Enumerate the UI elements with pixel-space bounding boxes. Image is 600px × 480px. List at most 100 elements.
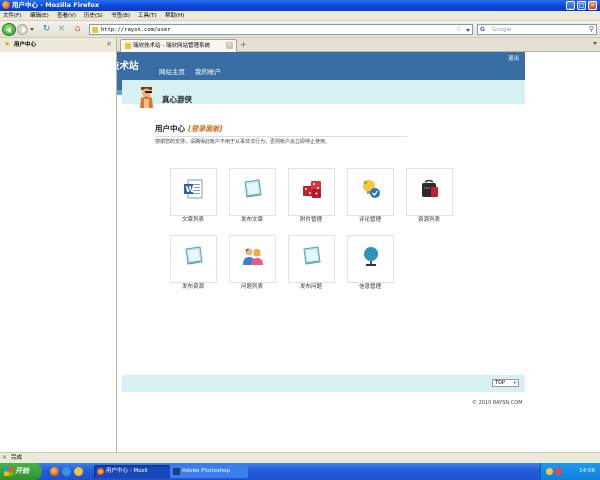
maximize-button[interactable]: □: [577, 1, 586, 10]
menu-bookmarks[interactable]: 书签(B): [111, 12, 130, 20]
tile-label-question-list[interactable]: 问题列表: [224, 284, 280, 291]
page-content: 瑞欣技术站 网站主页 我的帐户 退出 真心游侠 用户中心[登录面板] 感谢您的支…: [117, 52, 600, 452]
sidebar-title: 用户中心: [14, 42, 37, 48]
tile-label-resource-list[interactable]: 资源列表: [401, 217, 457, 224]
page-footer-bar: TOP +: [122, 375, 525, 392]
reload-icon[interactable]: ↻: [41, 24, 52, 35]
search-input[interactable]: Google: [492, 26, 511, 34]
tile-comment-manage[interactable]: [347, 168, 394, 216]
sidebar-close-icon[interactable]: ×: [106, 40, 112, 49]
task-photoshop[interactable]: Adobe Photoshop: [170, 465, 248, 478]
back-button[interactable]: [2, 23, 16, 36]
tile-label-article-list[interactable]: 文章列表: [165, 217, 221, 224]
address-bar[interactable]: http://raysn.com/user ☆: [89, 24, 473, 35]
sidebar-panel: [0, 52, 117, 452]
tile-attachment-manage[interactable]: [288, 168, 335, 216]
menu-bar: 文件(F) 编辑(E) 查看(V) 历史(S) 书签(B) 工具(T) 帮助(H…: [0, 11, 600, 21]
bookmark-star-icon: ★: [4, 40, 11, 48]
clock[interactable]: 14:06: [579, 467, 595, 475]
taskbar: 开始 用户中心 - Mozil Adobe Photoshop 14:06: [0, 463, 600, 480]
top-plus-icon: +: [512, 380, 517, 386]
bookmark-star-icon[interactable]: ☆: [456, 25, 462, 34]
history-dropdown-icon[interactable]: [30, 28, 34, 31]
briefcase-icon: [422, 179, 438, 197]
search-engine-icon[interactable]: G: [480, 26, 485, 34]
tile-label-publish-question[interactable]: 发布问题: [283, 284, 339, 291]
home-icon[interactable]: ⌂: [72, 24, 83, 35]
tab-strip: ★ 用户中心 × 瑞欣技术站 - 瑞欣网站管理系统 × +: [0, 38, 600, 52]
close-button[interactable]: ×: [588, 1, 597, 10]
dice-icon: [303, 181, 321, 198]
notepad-icon: [185, 246, 203, 265]
menu-help[interactable]: 帮助(H): [165, 12, 184, 20]
address-dropdown-icon[interactable]: [466, 29, 470, 32]
window-title-bar: 用户中心 - Mozilla Firefox _ □ ×: [0, 0, 600, 11]
globe-icon: [364, 247, 378, 266]
tile-publish-resource[interactable]: [170, 235, 217, 283]
users-icon: [243, 248, 263, 265]
tray-security-icon[interactable]: [555, 468, 562, 475]
notepad-icon: [303, 246, 321, 265]
tile-label-publish-resource[interactable]: 发布资源: [165, 284, 221, 291]
tile-info-manage[interactable]: [347, 235, 394, 283]
tile-article-list[interactable]: W: [170, 168, 217, 216]
user-avatar-icon: [140, 87, 153, 108]
tile-question-list[interactable]: [229, 235, 276, 283]
tab-close-icon[interactable]: ×: [226, 42, 233, 49]
svg-text:W: W: [186, 185, 195, 194]
user-center-heading: 用户中心 [登录面板]: [155, 124, 222, 135]
new-tab-button[interactable]: +: [240, 40, 247, 50]
tile-resource-list[interactable]: [406, 168, 453, 216]
tab-favicon-icon: [125, 43, 131, 49]
photoshop-icon: [173, 468, 180, 475]
menu-history[interactable]: 历史(S): [84, 12, 103, 20]
menu-edit[interactable]: 编辑(E): [30, 12, 49, 20]
menu-view[interactable]: 查看(V): [57, 12, 76, 20]
tile-label-info-manage[interactable]: 信息管理: [342, 284, 398, 291]
quicklaunch-firefox-icon[interactable]: [50, 467, 59, 476]
window-title: 用户中心 - Mozilla Firefox: [12, 1, 100, 9]
top-label: TOP: [495, 380, 506, 386]
tile-label-publish-article[interactable]: 发布文章: [224, 217, 280, 224]
quicklaunch-ie-icon[interactable]: [62, 467, 71, 476]
task-firefox[interactable]: 用户中心 - Mozil: [94, 465, 170, 478]
navigation-toolbar: ↻ ✕ ⌂ http://raysn.com/user ☆ G Google ⚲: [0, 21, 600, 38]
heading-divider: [155, 136, 407, 137]
notepad-icon: [244, 179, 262, 198]
firefox-icon: [97, 468, 104, 475]
menu-file[interactable]: 文件(F): [3, 12, 21, 20]
tab-raysn[interactable]: 瑞欣技术站 - 瑞欣网站管理系统 ×: [120, 39, 237, 52]
status-bar: × 完成: [0, 452, 600, 463]
stop-icon[interactable]: ✕: [56, 24, 67, 35]
comment-bulb-icon: [363, 180, 380, 198]
login-panel-link[interactable]: [登录面板]: [188, 125, 222, 133]
back-to-top-button[interactable]: TOP +: [492, 379, 519, 387]
user-center-description: 感谢您的支持，请确保此帐户不用于从事非法行为，否则帐户会立即停止使用。: [155, 139, 331, 145]
user-center-title: 用户中心: [155, 124, 185, 133]
tab-label: 瑞欣技术站 - 瑞欣网站管理系统: [133, 43, 210, 49]
address-url[interactable]: http://raysn.com/user: [101, 26, 171, 34]
search-box[interactable]: G Google ⚲: [477, 24, 597, 35]
minimize-button[interactable]: _: [566, 1, 575, 10]
nav-home-link[interactable]: 网站主页: [159, 68, 185, 76]
tile-label-attachment-manage[interactable]: 附件管理: [283, 217, 339, 224]
site-title[interactable]: 瑞欣技术站: [117, 61, 139, 73]
forward-button[interactable]: [17, 24, 28, 35]
tile-publish-question[interactable]: [288, 235, 335, 283]
nav-account-link[interactable]: 我的帐户: [195, 68, 221, 76]
search-icon[interactable]: ⚲: [589, 25, 594, 34]
task-photoshop-label: Adobe Photoshop: [182, 468, 231, 474]
site-favicon-icon: [92, 27, 98, 33]
tray-network-icon[interactable]: [546, 468, 553, 475]
status-text: 完成: [11, 455, 23, 461]
quicklaunch-folder-icon[interactable]: [74, 467, 83, 476]
tile-label-comment-manage[interactable]: 评论管理: [342, 217, 398, 224]
start-button[interactable]: 开始: [0, 463, 42, 480]
username: 真心游侠: [162, 95, 192, 104]
status-close-icon[interactable]: ×: [2, 454, 7, 462]
logout-link[interactable]: 退出: [508, 56, 519, 63]
tab-list-dropdown-icon[interactable]: [593, 42, 597, 45]
tile-publish-article[interactable]: [229, 168, 276, 216]
start-label: 开始: [15, 467, 29, 475]
menu-tools[interactable]: 工具(T): [138, 12, 157, 20]
